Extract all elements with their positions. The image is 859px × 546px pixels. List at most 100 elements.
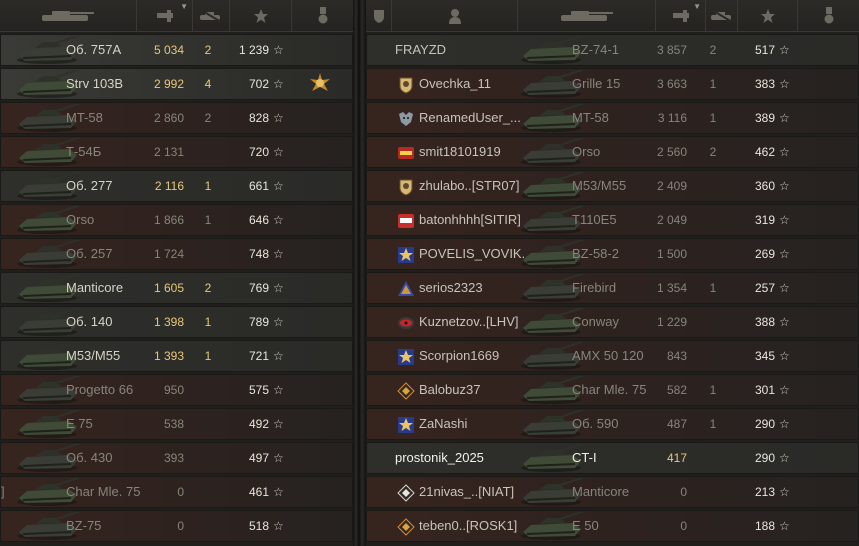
tank-name: E 75 <box>66 416 93 431</box>
player-name: smit18101919 <box>419 144 501 159</box>
kills-value: 1 <box>709 281 717 295</box>
star-icon: ☆ <box>273 213 284 227</box>
player-name: zhulabo..[STR07] <box>419 178 520 193</box>
ally-player-row[interactable]: M53/M55 1 393 1 721 ☆ <box>0 340 353 372</box>
enemy-player-row[interactable]: Kuznetzov..[LHV] Conway 1 229 388 ☆ <box>366 306 859 338</box>
damage-value: 3 857 <box>656 43 687 57</box>
enemy-player-row[interactable]: ZaNashi Об. 590 487 1 290 ☆ <box>366 408 859 440</box>
column-damage-header[interactable]: ▼ <box>137 0 193 32</box>
tank-name: T110E5 <box>572 212 617 227</box>
enemy-player-row[interactable]: 21nivas_..[NIAT] Manticore 0 213 ☆ <box>366 476 859 508</box>
clan-logo-icon <box>397 212 415 230</box>
column-medal-header[interactable] <box>292 0 353 32</box>
damage-value: 2 860 <box>153 111 184 125</box>
damage-value: 2 049 <box>656 213 687 227</box>
ally-player-row[interactable]: Об. 277 2 116 1 661 ☆ <box>0 170 353 202</box>
damage-value: 2 560 <box>656 145 687 159</box>
ally-player-row[interactable]: Об. 757А 5 034 2 1 239 ☆ <box>0 34 353 66</box>
ally-player-row[interactable]: Об. 257 1 724 748 ☆ <box>0 238 353 270</box>
ally-player-row[interactable]: Т-54Б 2 131 720 ☆ <box>0 136 353 168</box>
damage-value: 0 <box>680 519 687 533</box>
xp-value: 319 <box>754 213 775 227</box>
tank-name: M53/M55 <box>66 348 121 363</box>
kills-value: 2 <box>204 111 212 125</box>
destroyed-tank-icon <box>710 9 733 23</box>
enemy-player-row[interactable]: teben0..[ROSK1] E 50 0 188 ☆ <box>366 510 859 542</box>
enemy-player-row[interactable]: Balobuz37 Char Mle. 75 582 1 301 ☆ <box>366 374 859 406</box>
enemy-player-row[interactable]: RenamedUser_... MT-58 3 116 1 389 ☆ <box>366 102 859 134</box>
tank-name: Firebird <box>572 280 617 295</box>
ally-player-row[interactable]: E 75 538 492 ☆ <box>0 408 353 440</box>
kills-value: 1 <box>204 213 212 227</box>
xp-value: 575 <box>248 383 269 397</box>
enemy-player-row[interactable]: smit18101919 Orso 2 560 2 462 ☆ <box>366 136 859 168</box>
ally-player-row[interactable]: MT-58 2 860 2 828 ☆ <box>0 102 353 134</box>
tank-name: Об. 140 <box>66 314 113 329</box>
clan-logo-icon <box>397 246 415 264</box>
column-xp-header[interactable] <box>230 0 292 32</box>
damage-value: 393 <box>163 451 184 465</box>
player-name: RenamedUser_... <box>419 110 521 125</box>
medal-icon <box>824 7 833 24</box>
clan-logo-icon <box>397 314 415 332</box>
kills-value <box>193 239 223 269</box>
enemy-player-row[interactable]: Ovechka_11 Grille 15 3 663 1 383 ☆ <box>366 68 859 100</box>
ally-player-row[interactable]: Progetto 66 950 575 ☆ <box>0 374 353 406</box>
xp-value: 492 <box>248 417 269 431</box>
damage-icon <box>672 10 689 22</box>
ally-player-row[interactable]: ] Char Mle. 75 0 461 ☆ <box>0 476 353 508</box>
damage-value: 2 131 <box>153 145 184 159</box>
column-tank-header[interactable] <box>0 0 137 32</box>
star-icon: ☆ <box>779 519 790 533</box>
player-name: ZaNashi <box>419 416 468 431</box>
damage-value: 2 116 <box>154 179 184 193</box>
enemy-player-row[interactable]: serios2323 Firebird 1 354 1 257 ☆ <box>366 272 859 304</box>
damage-value: 1 866 <box>153 213 184 227</box>
kills-value <box>193 137 223 167</box>
enemy-player-row[interactable]: zhulabo..[STR07] M53/M55 2 409 360 ☆ <box>366 170 859 202</box>
player-name: Ovechka_11 <box>419 76 492 91</box>
star-icon: ☆ <box>779 349 790 363</box>
column-damage-header-enemy[interactable]: ▼ <box>656 0 706 32</box>
xp-value: 388 <box>754 315 775 329</box>
tank-name: Orso <box>66 212 95 227</box>
ally-player-row[interactable]: Strv 103B 2 992 4 702 ☆ <box>0 68 353 100</box>
tank-name: Char Mle. 75 <box>572 382 647 397</box>
star-icon: ☆ <box>779 213 790 227</box>
xp-value: 769 <box>248 281 269 295</box>
column-player-header[interactable] <box>392 0 518 32</box>
damage-value: 3 116 <box>657 111 687 125</box>
ally-player-row[interactable]: Об. 430 393 497 ☆ <box>0 442 353 474</box>
tank-name: Progetto 66 <box>66 382 134 397</box>
enemy-player-row[interactable]: POVELIS_VOVIK.. BZ-58-2 1 500 269 ☆ <box>366 238 859 270</box>
ally-player-row[interactable]: Об. 140 1 398 1 789 ☆ <box>0 306 353 338</box>
tank-name: CT-I <box>572 450 597 465</box>
column-kills-header[interactable] <box>193 0 230 32</box>
tank-icon <box>42 11 94 21</box>
enemy-player-row[interactable]: FRAYZD BZ-74-1 3 857 2 517 ☆ <box>366 34 859 66</box>
column-medal-header-enemy[interactable] <box>798 0 859 32</box>
xp-value: 518 <box>248 519 269 533</box>
damage-value: 538 <box>163 417 184 431</box>
enemy-player-row[interactable]: batonhhhh[SITIR] T110E5 2 049 319 ☆ <box>366 204 859 236</box>
damage-value: 1 393 <box>153 349 184 363</box>
star-icon: ☆ <box>779 451 790 465</box>
tank-name: Orso <box>572 144 601 159</box>
kills-value: 2 <box>709 145 717 159</box>
enemy-player-row[interactable]: prostonik_2025 CT-I 417 290 ☆ <box>366 442 859 474</box>
column-clan-header[interactable] <box>366 0 392 32</box>
star-icon: ☆ <box>779 315 790 329</box>
ally-player-row[interactable]: Manticore 1 605 2 769 ☆ <box>0 272 353 304</box>
ally-player-row[interactable]: Orso 1 866 1 646 ☆ <box>0 204 353 236</box>
tank-name: Conway <box>572 314 619 329</box>
column-kills-header-enemy[interactable] <box>706 0 738 32</box>
column-tank-header-enemy[interactable] <box>518 0 656 32</box>
star-icon: ☆ <box>273 145 284 159</box>
column-xp-header-enemy[interactable] <box>738 0 798 32</box>
player-name: prostonik_2025 <box>395 450 484 465</box>
enemy-player-row[interactable]: Scorpion1669 AMX 50 120 843 345 ☆ <box>366 340 859 372</box>
star-icon: ☆ <box>779 383 790 397</box>
kills-value <box>698 477 728 507</box>
star-icon: ☆ <box>273 111 284 125</box>
ally-player-row[interactable]: BZ-75 0 518 ☆ <box>0 510 353 542</box>
